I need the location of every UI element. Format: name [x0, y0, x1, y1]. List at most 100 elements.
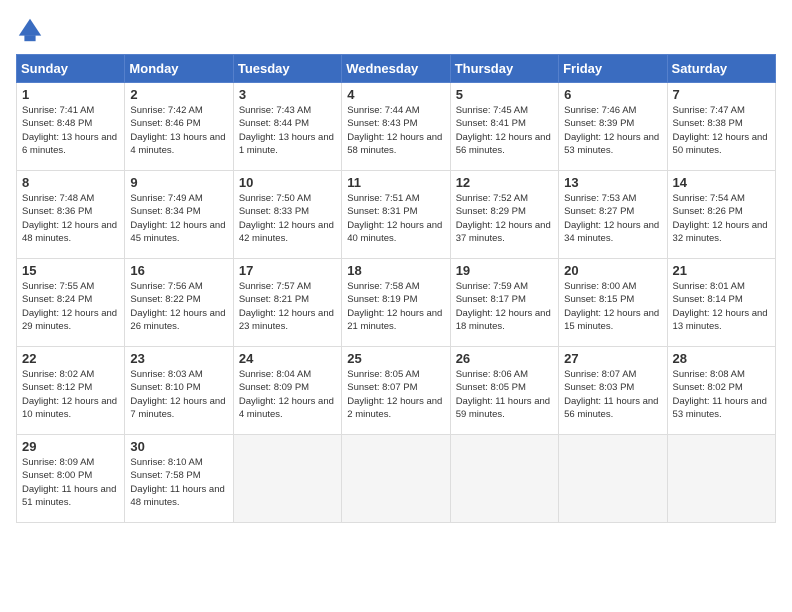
calendar-cell: 21 Sunrise: 8:01 AM Sunset: 8:14 PM Dayl… [667, 259, 775, 347]
day-number: 21 [673, 263, 770, 278]
day-number: 2 [130, 87, 227, 102]
day-number: 15 [22, 263, 119, 278]
calendar-cell: 11 Sunrise: 7:51 AM Sunset: 8:31 PM Dayl… [342, 171, 450, 259]
day-info: Sunrise: 8:02 AM Sunset: 8:12 PM Dayligh… [22, 368, 119, 421]
day-info: Sunrise: 8:00 AM Sunset: 8:15 PM Dayligh… [564, 280, 661, 333]
day-number: 8 [22, 175, 119, 190]
weekday-header-monday: Monday [125, 55, 233, 83]
day-info: Sunrise: 7:58 AM Sunset: 8:19 PM Dayligh… [347, 280, 444, 333]
calendar-cell: 4 Sunrise: 7:44 AM Sunset: 8:43 PM Dayli… [342, 83, 450, 171]
calendar-cell: 17 Sunrise: 7:57 AM Sunset: 8:21 PM Dayl… [233, 259, 341, 347]
day-info: Sunrise: 8:05 AM Sunset: 8:07 PM Dayligh… [347, 368, 444, 421]
day-number: 12 [456, 175, 553, 190]
day-info: Sunrise: 7:47 AM Sunset: 8:38 PM Dayligh… [673, 104, 770, 157]
weekday-header-sunday: Sunday [17, 55, 125, 83]
calendar-cell: 14 Sunrise: 7:54 AM Sunset: 8:26 PM Dayl… [667, 171, 775, 259]
calendar-cell: 27 Sunrise: 8:07 AM Sunset: 8:03 PM Dayl… [559, 347, 667, 435]
day-number: 1 [22, 87, 119, 102]
day-number: 18 [347, 263, 444, 278]
calendar-cell: 7 Sunrise: 7:47 AM Sunset: 8:38 PM Dayli… [667, 83, 775, 171]
calendar-cell [233, 435, 341, 523]
day-info: Sunrise: 7:52 AM Sunset: 8:29 PM Dayligh… [456, 192, 553, 245]
calendar-cell: 30 Sunrise: 8:10 AM Sunset: 7:58 PM Dayl… [125, 435, 233, 523]
day-info: Sunrise: 7:59 AM Sunset: 8:17 PM Dayligh… [456, 280, 553, 333]
day-info: Sunrise: 7:57 AM Sunset: 8:21 PM Dayligh… [239, 280, 336, 333]
day-info: Sunrise: 8:10 AM Sunset: 7:58 PM Dayligh… [130, 456, 227, 509]
calendar-cell [450, 435, 558, 523]
calendar-cell: 13 Sunrise: 7:53 AM Sunset: 8:27 PM Dayl… [559, 171, 667, 259]
day-number: 13 [564, 175, 661, 190]
day-info: Sunrise: 8:07 AM Sunset: 8:03 PM Dayligh… [564, 368, 661, 421]
day-info: Sunrise: 8:09 AM Sunset: 8:00 PM Dayligh… [22, 456, 119, 509]
day-number: 16 [130, 263, 227, 278]
day-info: Sunrise: 8:03 AM Sunset: 8:10 PM Dayligh… [130, 368, 227, 421]
logo-icon [16, 16, 44, 44]
day-info: Sunrise: 7:50 AM Sunset: 8:33 PM Dayligh… [239, 192, 336, 245]
calendar-cell: 12 Sunrise: 7:52 AM Sunset: 8:29 PM Dayl… [450, 171, 558, 259]
day-number: 19 [456, 263, 553, 278]
day-number: 5 [456, 87, 553, 102]
calendar-cell: 9 Sunrise: 7:49 AM Sunset: 8:34 PM Dayli… [125, 171, 233, 259]
day-info: Sunrise: 7:49 AM Sunset: 8:34 PM Dayligh… [130, 192, 227, 245]
calendar-cell: 26 Sunrise: 8:06 AM Sunset: 8:05 PM Dayl… [450, 347, 558, 435]
day-number: 25 [347, 351, 444, 366]
calendar: SundayMondayTuesdayWednesdayThursdayFrid… [16, 54, 776, 523]
calendar-cell: 2 Sunrise: 7:42 AM Sunset: 8:46 PM Dayli… [125, 83, 233, 171]
calendar-cell: 6 Sunrise: 7:46 AM Sunset: 8:39 PM Dayli… [559, 83, 667, 171]
weekday-header-thursday: Thursday [450, 55, 558, 83]
day-info: Sunrise: 7:46 AM Sunset: 8:39 PM Dayligh… [564, 104, 661, 157]
calendar-cell: 3 Sunrise: 7:43 AM Sunset: 8:44 PM Dayli… [233, 83, 341, 171]
day-info: Sunrise: 7:53 AM Sunset: 8:27 PM Dayligh… [564, 192, 661, 245]
calendar-cell: 10 Sunrise: 7:50 AM Sunset: 8:33 PM Dayl… [233, 171, 341, 259]
day-number: 29 [22, 439, 119, 454]
day-info: Sunrise: 7:54 AM Sunset: 8:26 PM Dayligh… [673, 192, 770, 245]
day-number: 30 [130, 439, 227, 454]
day-info: Sunrise: 7:45 AM Sunset: 8:41 PM Dayligh… [456, 104, 553, 157]
day-number: 28 [673, 351, 770, 366]
day-info: Sunrise: 7:41 AM Sunset: 8:48 PM Dayligh… [22, 104, 119, 157]
day-number: 24 [239, 351, 336, 366]
calendar-cell [342, 435, 450, 523]
calendar-cell: 16 Sunrise: 7:56 AM Sunset: 8:22 PM Dayl… [125, 259, 233, 347]
calendar-cell: 1 Sunrise: 7:41 AM Sunset: 8:48 PM Dayli… [17, 83, 125, 171]
calendar-cell: 15 Sunrise: 7:55 AM Sunset: 8:24 PM Dayl… [17, 259, 125, 347]
calendar-cell: 24 Sunrise: 8:04 AM Sunset: 8:09 PM Dayl… [233, 347, 341, 435]
calendar-cell: 22 Sunrise: 8:02 AM Sunset: 8:12 PM Dayl… [17, 347, 125, 435]
calendar-cell: 8 Sunrise: 7:48 AM Sunset: 8:36 PM Dayli… [17, 171, 125, 259]
calendar-cell: 28 Sunrise: 8:08 AM Sunset: 8:02 PM Dayl… [667, 347, 775, 435]
day-info: Sunrise: 7:55 AM Sunset: 8:24 PM Dayligh… [22, 280, 119, 333]
day-number: 4 [347, 87, 444, 102]
day-info: Sunrise: 7:48 AM Sunset: 8:36 PM Dayligh… [22, 192, 119, 245]
calendar-cell [667, 435, 775, 523]
day-number: 26 [456, 351, 553, 366]
day-info: Sunrise: 7:42 AM Sunset: 8:46 PM Dayligh… [130, 104, 227, 157]
day-number: 11 [347, 175, 444, 190]
weekday-header-friday: Friday [559, 55, 667, 83]
day-number: 10 [239, 175, 336, 190]
calendar-cell: 19 Sunrise: 7:59 AM Sunset: 8:17 PM Dayl… [450, 259, 558, 347]
day-info: Sunrise: 7:43 AM Sunset: 8:44 PM Dayligh… [239, 104, 336, 157]
calendar-cell: 5 Sunrise: 7:45 AM Sunset: 8:41 PM Dayli… [450, 83, 558, 171]
day-info: Sunrise: 7:51 AM Sunset: 8:31 PM Dayligh… [347, 192, 444, 245]
calendar-cell: 29 Sunrise: 8:09 AM Sunset: 8:00 PM Dayl… [17, 435, 125, 523]
weekday-header-saturday: Saturday [667, 55, 775, 83]
calendar-cell [559, 435, 667, 523]
calendar-cell: 25 Sunrise: 8:05 AM Sunset: 8:07 PM Dayl… [342, 347, 450, 435]
day-number: 6 [564, 87, 661, 102]
day-number: 27 [564, 351, 661, 366]
day-number: 23 [130, 351, 227, 366]
header [16, 16, 776, 44]
logo [16, 16, 48, 44]
day-number: 3 [239, 87, 336, 102]
day-number: 7 [673, 87, 770, 102]
day-info: Sunrise: 8:06 AM Sunset: 8:05 PM Dayligh… [456, 368, 553, 421]
day-number: 22 [22, 351, 119, 366]
day-number: 17 [239, 263, 336, 278]
day-number: 14 [673, 175, 770, 190]
day-info: Sunrise: 7:56 AM Sunset: 8:22 PM Dayligh… [130, 280, 227, 333]
day-info: Sunrise: 8:01 AM Sunset: 8:14 PM Dayligh… [673, 280, 770, 333]
day-info: Sunrise: 8:04 AM Sunset: 8:09 PM Dayligh… [239, 368, 336, 421]
weekday-header-wednesday: Wednesday [342, 55, 450, 83]
day-info: Sunrise: 7:44 AM Sunset: 8:43 PM Dayligh… [347, 104, 444, 157]
calendar-cell: 23 Sunrise: 8:03 AM Sunset: 8:10 PM Dayl… [125, 347, 233, 435]
